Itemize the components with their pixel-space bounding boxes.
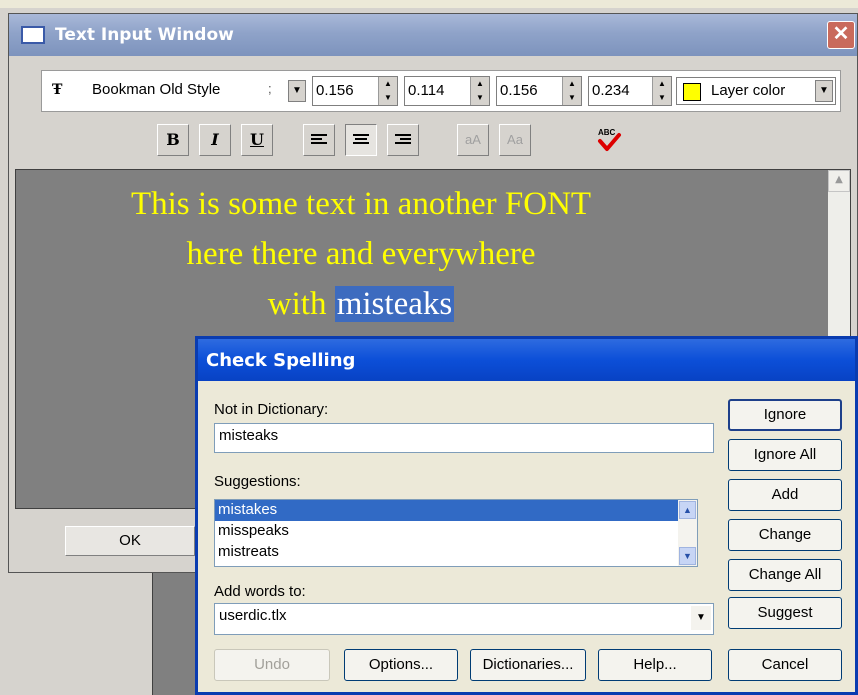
layer-color-label: Layer color xyxy=(711,82,786,99)
add-button[interactable]: Add xyxy=(728,479,842,511)
desktop-top-strip xyxy=(0,0,858,8)
cancel-button[interactable]: Cancel xyxy=(728,649,842,681)
undo-button[interactable]: Undo xyxy=(214,649,330,681)
align-left-icon xyxy=(311,134,327,147)
close-icon[interactable]: ✕ xyxy=(827,21,855,49)
truetype-font-icon: Ŧ xyxy=(52,82,63,98)
editor-line-2: here there and everywhere xyxy=(186,236,536,272)
window-title: Text Input Window xyxy=(55,25,234,45)
align-right-icon xyxy=(395,134,411,147)
options-button[interactable]: Options... xyxy=(344,649,458,681)
font-name-overflow: ; xyxy=(268,81,272,96)
dialog-title: Check Spelling xyxy=(206,350,356,371)
spellcheck-icon: ABC xyxy=(598,128,621,151)
check-spelling-dialog: Check Spelling Not in Dictionary: mistea… xyxy=(195,336,858,695)
underline-button[interactable]: U xyxy=(241,124,273,156)
add-words-select[interactable]: userdic.tlx ▼ xyxy=(214,603,714,635)
add-words-value: userdic.tlx xyxy=(219,607,287,624)
size-spinner-1[interactable]: 0.156 ▲ ▼ xyxy=(312,76,398,106)
chevron-down-icon[interactable]: ▼ xyxy=(288,80,306,102)
ignore-button[interactable]: Ignore xyxy=(728,399,842,431)
help-button[interactable]: Help... xyxy=(598,649,712,681)
suggestions-list[interactable]: mistakes misspeaks mistreats ▲ ▼ xyxy=(214,499,698,567)
scroll-up-icon[interactable]: ▲ xyxy=(828,170,850,192)
window-icon xyxy=(21,26,45,44)
size-spinner-2[interactable]: 0.114 ▲ ▼ xyxy=(404,76,490,106)
spin-down-icon[interactable]: ▼ xyxy=(653,91,671,105)
scroll-down-icon[interactable]: ▼ xyxy=(679,547,696,565)
add-words-label: Add words to: xyxy=(214,583,306,600)
spin-down-icon[interactable]: ▼ xyxy=(563,91,581,105)
spinner-buttons[interactable]: ▲ ▼ xyxy=(378,77,397,105)
spinner-value: 0.114 xyxy=(408,82,445,99)
change-all-button[interactable]: Change All xyxy=(728,559,842,591)
spin-down-icon[interactable]: ▼ xyxy=(379,91,397,105)
align-left-button[interactable] xyxy=(303,124,335,156)
spinner-buttons[interactable]: ▲ ▼ xyxy=(652,77,671,105)
font-name: Bookman Old Style xyxy=(92,81,221,98)
ok-button[interactable]: OK xyxy=(65,526,195,556)
spinner-value: 0.234 xyxy=(592,82,630,99)
align-center-button[interactable] xyxy=(345,124,377,156)
layer-color-select[interactable]: Layer color ▼ xyxy=(676,77,836,105)
selected-word[interactable]: misteaks xyxy=(334,286,455,322)
format-toolbar: B I U aA Aa ABC xyxy=(9,124,857,164)
size-spinner-3[interactable]: 0.156 ▲ ▼ xyxy=(496,76,582,106)
bold-button[interactable]: B xyxy=(157,124,189,156)
lowercase-button[interactable]: aA xyxy=(457,124,489,156)
list-item[interactable]: mistreats xyxy=(215,542,697,563)
spin-down-icon[interactable]: ▼ xyxy=(471,91,489,105)
suggestions-scrollbar[interactable]: ▲ ▼ xyxy=(678,500,697,566)
not-in-dictionary-field[interactable]: misteaks xyxy=(214,423,714,453)
not-in-dictionary-label: Not in Dictionary: xyxy=(214,401,329,418)
titlecase-button[interactable]: Aa xyxy=(499,124,531,156)
svg-text:ABC: ABC xyxy=(598,128,616,137)
text-input-window-titlebar[interactable]: Text Input Window ✕ xyxy=(9,14,857,56)
spin-up-icon[interactable]: ▲ xyxy=(471,77,489,91)
size-spinner-4[interactable]: 0.234 ▲ ▼ xyxy=(588,76,672,106)
check-spelling-titlebar[interactable]: Check Spelling xyxy=(198,339,855,381)
spellcheck-button[interactable]: ABC xyxy=(593,124,625,156)
scroll-track[interactable] xyxy=(678,520,697,546)
chevron-down-icon[interactable]: ▼ xyxy=(691,606,711,630)
editor-line-3: with misteaks xyxy=(16,286,706,323)
list-item[interactable]: misspeaks xyxy=(215,521,697,542)
font-toolbar: Ŧ Bookman Old Style ; ▼ 0.156 ▲ ▼ 0.114 ▲… xyxy=(41,70,841,112)
spinner-value: 0.156 xyxy=(316,82,354,99)
spin-up-icon[interactable]: ▲ xyxy=(563,77,581,91)
spinner-buttons[interactable]: ▲ ▼ xyxy=(562,77,581,105)
background-area xyxy=(0,570,152,695)
italic-button[interactable]: I xyxy=(199,124,231,156)
ignore-all-button[interactable]: Ignore All xyxy=(728,439,842,471)
background-pane xyxy=(152,570,197,695)
align-center-icon xyxy=(353,134,369,147)
spinner-buttons[interactable]: ▲ ▼ xyxy=(470,77,489,105)
scroll-up-icon[interactable]: ▲ xyxy=(679,501,696,519)
change-button[interactable]: Change xyxy=(728,519,842,551)
chevron-down-icon[interactable]: ▼ xyxy=(815,80,833,102)
font-select[interactable]: Ŧ Bookman Old Style ; ▼ xyxy=(50,79,308,103)
editor-line-3-text: with xyxy=(267,286,335,322)
spinner-value: 0.156 xyxy=(500,82,538,99)
suggestions-label: Suggestions: xyxy=(214,473,301,490)
align-right-button[interactable] xyxy=(387,124,419,156)
dictionaries-button[interactable]: Dictionaries... xyxy=(470,649,586,681)
editor-line-1: This is some text in another FONT xyxy=(130,186,592,222)
suggest-button[interactable]: Suggest xyxy=(728,597,842,629)
spin-up-icon[interactable]: ▲ xyxy=(379,77,397,91)
list-item[interactable]: mistakes xyxy=(215,500,679,521)
spin-up-icon[interactable]: ▲ xyxy=(653,77,671,91)
color-swatch xyxy=(683,83,701,101)
